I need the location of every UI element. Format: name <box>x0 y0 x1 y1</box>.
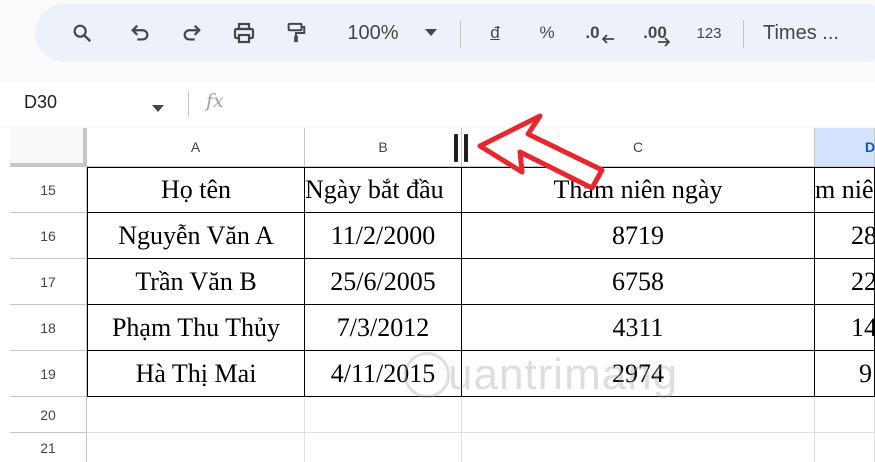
cell-d21[interactable] <box>815 433 875 462</box>
cell-b17[interactable]: 25/6/2005 <box>305 259 462 305</box>
cell-c17[interactable]: 6758 <box>462 259 815 305</box>
cell-d15[interactable]: m niê <box>815 167 875 213</box>
fx-icon: fx <box>206 90 224 112</box>
cell-d17[interactable]: 22 <box>815 259 875 305</box>
cell-b16[interactable]: 11/2/2000 <box>305 213 462 259</box>
more-formats-button[interactable]: 123 <box>691 18 727 48</box>
font-select[interactable]: Times ... <box>763 18 863 48</box>
toolbar-divider <box>743 20 744 48</box>
search-menus-icon[interactable] <box>67 18 97 48</box>
cell-d18[interactable]: 14 <box>815 305 875 351</box>
cell-b20[interactable] <box>305 397 462 433</box>
watermark-logo-icon <box>404 352 450 398</box>
cell-a17[interactable]: Trần Văn B <box>87 259 305 305</box>
cell-a21[interactable] <box>87 433 305 462</box>
row-header[interactable]: 16 <box>10 213 87 259</box>
spreadsheet-grid: A B C D 15 Họ tên Ngày bắt đầu Thâm niên… <box>0 128 875 462</box>
cell-a18[interactable]: Phạm Thu Thủy <box>87 305 305 351</box>
toolbar-divider <box>460 20 461 48</box>
zoom-select[interactable]: 100% <box>337 18 409 48</box>
cell-b18[interactable]: 7/3/2012 <box>305 305 462 351</box>
cell-b21[interactable] <box>305 433 462 462</box>
cell-c21[interactable] <box>462 433 815 462</box>
zoom-dropdown-icon[interactable] <box>421 18 441 48</box>
cell-c16[interactable]: 8719 <box>462 213 815 259</box>
name-box-dropdown-icon[interactable] <box>152 100 164 118</box>
arrow-right-icon <box>657 37 671 47</box>
decrease-decimal-label: .0 <box>585 23 600 42</box>
cell-d19[interactable]: 9 <box>815 351 875 397</box>
redo-icon[interactable] <box>177 18 207 48</box>
formula-bar-divider <box>188 91 189 117</box>
row-header[interactable]: 19 <box>10 351 87 397</box>
percent-format-button[interactable]: % <box>533 18 561 48</box>
column-header-d[interactable]: D <box>815 128 875 167</box>
undo-icon[interactable] <box>125 18 155 48</box>
watermark-text: uantrimang <box>448 350 679 399</box>
row-header[interactable]: 17 <box>10 259 87 305</box>
formula-bar: D30 fx <box>0 82 875 126</box>
annotation-arrow-icon <box>470 108 610 213</box>
cell-a16[interactable]: Nguyễn Văn A <box>87 213 305 259</box>
currency-format-button[interactable]: đ <box>481 18 509 48</box>
column-header-b[interactable]: B <box>305 128 462 167</box>
cell-d20[interactable] <box>815 397 875 433</box>
column-header-a[interactable]: A <box>87 128 305 167</box>
increase-decimal-button[interactable]: .00 <box>635 18 679 48</box>
paint-format-icon[interactable] <box>281 18 311 48</box>
cell-a20[interactable] <box>87 397 305 433</box>
row-header[interactable]: 18 <box>10 305 87 351</box>
cell-c20[interactable] <box>462 397 815 433</box>
cell-c18[interactable]: 4311 <box>462 305 815 351</box>
decrease-decimal-button[interactable]: .0 <box>581 18 619 48</box>
row-header[interactable]: 21 <box>10 433 87 462</box>
cell-b15[interactable]: Ngày bắt đầu <box>305 167 462 213</box>
row-header[interactable]: 20 <box>10 397 87 433</box>
select-all-corner[interactable] <box>10 128 88 168</box>
arrow-left-icon <box>601 34 614 44</box>
column-resize-handle[interactable] <box>452 134 472 162</box>
cell-a15[interactable]: Họ tên <box>87 167 305 213</box>
print-icon[interactable] <box>229 18 259 48</box>
name-box[interactable]: D30 <box>24 92 57 113</box>
toolbar: 100% đ % .0 .00 123 Times ... <box>35 4 875 62</box>
cell-d16[interactable]: 28 <box>815 213 875 259</box>
row-header[interactable]: 15 <box>10 167 87 213</box>
cell-a19[interactable]: Hà Thị Mai <box>87 351 305 397</box>
